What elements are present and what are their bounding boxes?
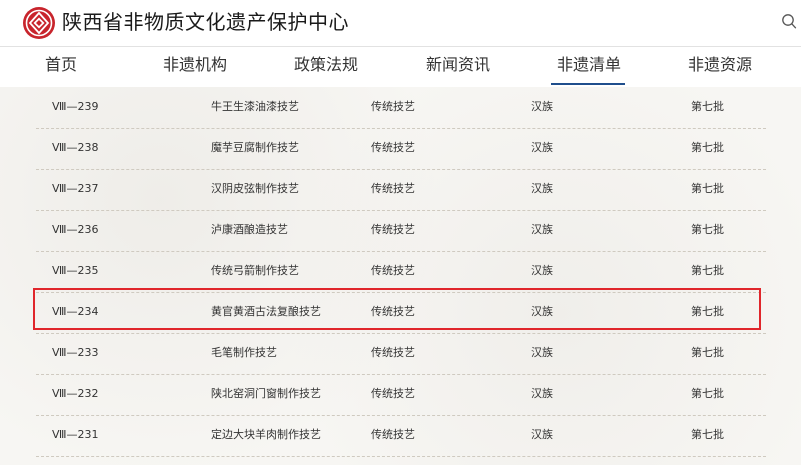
ich-list-table: Ⅷ—239 牛王生漆油漆技艺 传统技艺 汉族 第七批 Ⅷ—238 魔芋豆腐制作技…	[0, 87, 801, 465]
table-row[interactable]: Ⅷ—235 传统弓箭制作技艺 传统技艺 汉族 第七批	[36, 251, 766, 293]
nav-item-ich-institutions[interactable]: 非遗机构	[163, 54, 227, 76]
item-category: 传统技艺	[371, 305, 415, 318]
item-batch: 第七批	[691, 346, 724, 359]
item-code: Ⅷ—233	[52, 346, 99, 359]
item-ethnicity: 汉族	[531, 387, 553, 400]
item-name[interactable]: 魔芋豆腐制作技艺	[211, 140, 299, 156]
item-batch: 第七批	[691, 223, 724, 236]
item-ethnicity: 汉族	[531, 305, 553, 318]
org-emblem-icon[interactable]	[22, 6, 56, 40]
search-icon[interactable]	[781, 13, 797, 31]
item-code: Ⅷ—237	[52, 182, 99, 195]
item-category: 传统技艺	[371, 428, 415, 441]
item-ethnicity: 汉族	[531, 346, 553, 359]
item-batch: 第七批	[691, 182, 724, 195]
table-row[interactable]: Ⅷ—237 汉阴皮弦制作技艺 传统技艺 汉族 第七批	[36, 169, 766, 211]
item-ethnicity: 汉族	[531, 223, 553, 236]
item-name[interactable]: 定边大块羊肉制作技艺	[211, 427, 321, 443]
nav-item-ich-resources[interactable]: 非遗资源	[688, 54, 752, 76]
item-code: Ⅷ—232	[52, 387, 99, 400]
item-name[interactable]: 毛笔制作技艺	[211, 345, 277, 361]
item-batch: 第七批	[691, 100, 724, 113]
table-row-highlighted[interactable]: Ⅷ—234 黄官黄酒古法复酿技艺 传统技艺 汉族 第七批	[36, 292, 766, 334]
item-batch: 第七批	[691, 141, 724, 154]
item-category: 传统技艺	[371, 100, 415, 113]
item-name[interactable]: 黄官黄酒古法复酿技艺	[211, 304, 321, 320]
item-name[interactable]: 传统弓箭制作技艺	[211, 263, 299, 279]
item-code: Ⅷ—239	[52, 100, 99, 113]
table-row[interactable]: Ⅷ—233 毛笔制作技艺 传统技艺 汉族 第七批	[36, 333, 766, 375]
page: 陕西省非物质文化遗产保护中心 首页 非遗机构 政策法规 新闻资讯 非遗清单 非遗…	[0, 0, 801, 465]
item-batch: 第七批	[691, 305, 724, 318]
item-batch: 第七批	[691, 264, 724, 277]
item-code: Ⅷ—236	[52, 223, 99, 236]
item-category: 传统技艺	[371, 346, 415, 359]
table-row[interactable]: Ⅷ—232 陕北窑洞门窗制作技艺 传统技艺 汉族 第七批	[36, 374, 766, 416]
item-ethnicity: 汉族	[531, 264, 553, 277]
active-tab-indicator	[551, 83, 625, 85]
nav-item-home[interactable]: 首页	[45, 54, 77, 76]
item-name[interactable]: 陕北窑洞门窗制作技艺	[211, 386, 321, 402]
site-header: 陕西省非物质文化遗产保护中心	[0, 0, 801, 46]
nav-item-policies[interactable]: 政策法规	[294, 54, 358, 76]
item-name[interactable]: 泸康酒酿造技艺	[211, 222, 288, 238]
item-batch: 第七批	[691, 387, 724, 400]
item-ethnicity: 汉族	[531, 141, 553, 154]
item-name[interactable]: 牛王生漆油漆技艺	[211, 99, 299, 115]
item-ethnicity: 汉族	[531, 428, 553, 441]
item-category: 传统技艺	[371, 182, 415, 195]
item-code: Ⅷ—231	[52, 428, 99, 441]
table-row[interactable]: Ⅷ—239 牛王生漆油漆技艺 传统技艺 汉族 第七批	[36, 87, 766, 129]
item-category: 传统技艺	[371, 264, 415, 277]
item-category: 传统技艺	[371, 141, 415, 154]
item-name[interactable]: 汉阴皮弦制作技艺	[211, 181, 299, 197]
site-title[interactable]: 陕西省非物质文化遗产保护中心	[62, 9, 349, 35]
item-ethnicity: 汉族	[531, 100, 553, 113]
item-code: Ⅷ—238	[52, 141, 99, 154]
table-row[interactable]: Ⅷ—238 魔芋豆腐制作技艺 传统技艺 汉族 第七批	[36, 128, 766, 170]
item-ethnicity: 汉族	[531, 182, 553, 195]
nav-item-ich-list[interactable]: 非遗清单	[557, 54, 621, 76]
item-category: 传统技艺	[371, 387, 415, 400]
item-code: Ⅷ—235	[52, 264, 99, 277]
main-nav: 首页 非遗机构 政策法规 新闻资讯 非遗清单 非遗资源	[0, 46, 801, 87]
table-row[interactable]: Ⅷ—236 泸康酒酿造技艺 传统技艺 汉族 第七批	[36, 210, 766, 252]
item-category: 传统技艺	[371, 223, 415, 236]
table-row[interactable]: Ⅷ—231 定边大块羊肉制作技艺 传统技艺 汉族 第七批	[36, 415, 766, 457]
item-code: Ⅷ—234	[52, 305, 99, 318]
item-batch: 第七批	[691, 428, 724, 441]
nav-item-news[interactable]: 新闻资讯	[426, 54, 490, 76]
